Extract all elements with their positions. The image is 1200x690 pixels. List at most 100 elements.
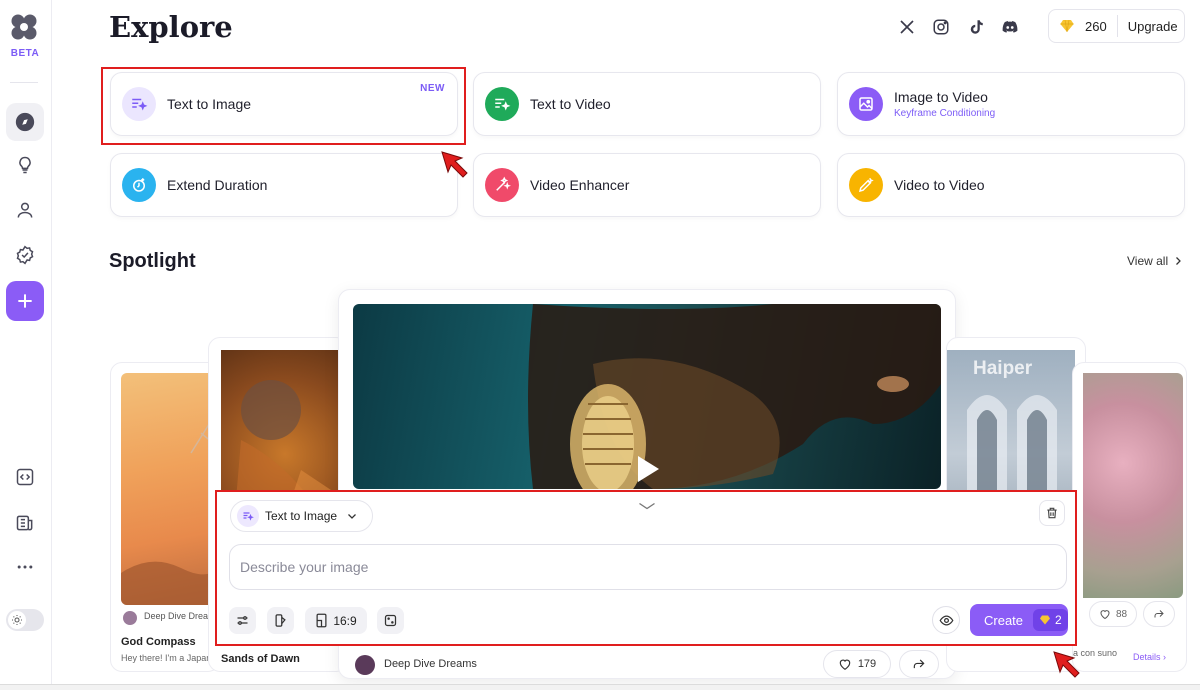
prompt-input[interactable] bbox=[229, 544, 1067, 590]
page-title: Explore bbox=[109, 10, 233, 44]
extend-duration-icon bbox=[122, 168, 156, 202]
text-to-image-icon bbox=[122, 87, 156, 121]
card-thumbnail bbox=[353, 304, 941, 489]
sidebar-item-more[interactable] bbox=[6, 548, 44, 586]
sidebar-item-profile[interactable] bbox=[6, 191, 44, 229]
card-thumbnail bbox=[121, 373, 219, 605]
chevron-right-icon bbox=[1176, 257, 1182, 265]
create-label: Create bbox=[984, 612, 1024, 628]
tool-card-text-to-image[interactable]: Text to Image NEW bbox=[110, 72, 458, 136]
tool-card-text-to-video[interactable]: Text to Video bbox=[473, 72, 821, 136]
tool-card-video-to-video[interactable]: Video to Video bbox=[837, 153, 1185, 217]
aspect-ratio-button[interactable]: 16:9 bbox=[305, 607, 367, 634]
instagram-link[interactable] bbox=[930, 16, 952, 38]
tool-label: Video Enhancer bbox=[530, 177, 630, 193]
create-button[interactable]: Create 2 bbox=[970, 604, 1068, 636]
sidebar-divider bbox=[10, 82, 38, 83]
style-button[interactable] bbox=[267, 607, 294, 634]
tool-label: Text to Video bbox=[530, 96, 611, 112]
discord-icon bbox=[1002, 21, 1018, 33]
avatar bbox=[355, 655, 375, 675]
avatar bbox=[123, 611, 137, 625]
credits-divider bbox=[1116, 15, 1118, 37]
upgrade-button[interactable]: Upgrade bbox=[1128, 19, 1178, 34]
trash-icon bbox=[1047, 507, 1057, 519]
chevron-down-icon bbox=[348, 514, 356, 519]
card-title: Sands of Dawn bbox=[221, 653, 300, 665]
share-icon bbox=[913, 659, 925, 669]
badge-check-icon bbox=[16, 245, 34, 265]
spotlight-card[interactable]: 88 a con suno Details › bbox=[1072, 362, 1187, 672]
instagram-icon bbox=[933, 19, 949, 35]
preview-toggle[interactable] bbox=[932, 606, 960, 634]
sidebar-item-explore[interactable] bbox=[6, 103, 44, 141]
sun-icon bbox=[12, 615, 22, 625]
share-icon bbox=[1154, 610, 1164, 618]
heart-icon bbox=[1100, 610, 1110, 620]
heart-icon bbox=[839, 659, 851, 670]
tiktok-icon bbox=[970, 20, 983, 34]
like-count: 179 bbox=[857, 658, 877, 670]
tool-label: Extend Duration bbox=[167, 177, 268, 193]
text-to-image-icon bbox=[237, 505, 259, 527]
cost-value: 2 bbox=[1055, 613, 1062, 627]
beta-label: BETA bbox=[10, 48, 40, 59]
details-label: Details bbox=[1133, 652, 1161, 662]
like-button[interactable]: 88 bbox=[1089, 601, 1137, 627]
x-link[interactable] bbox=[896, 16, 918, 38]
spotlight-card[interactable]: Deep Dive Dream God Compass Hey there! I… bbox=[110, 362, 220, 672]
details-link[interactable]: Details › bbox=[1133, 652, 1166, 662]
code-icon bbox=[16, 468, 34, 486]
tool-label: Text to Image bbox=[167, 96, 252, 112]
sidebar: BETA bbox=[0, 0, 52, 690]
mode-selector[interactable]: Text to Image bbox=[230, 500, 373, 532]
compass-icon bbox=[15, 112, 35, 132]
tool-card-video-enhancer[interactable]: Video Enhancer bbox=[473, 153, 821, 217]
sliders-icon bbox=[237, 616, 248, 625]
seed-button[interactable] bbox=[377, 607, 404, 634]
diamond-icon bbox=[1040, 615, 1051, 625]
view-all-link[interactable]: View all bbox=[1127, 254, 1184, 268]
tool-card-image-to-video[interactable]: Image to Video Keyframe Conditioning bbox=[837, 72, 1185, 136]
window-bottom-edge bbox=[0, 684, 1200, 690]
tool-label: Video to Video bbox=[894, 177, 985, 193]
video-enhancer-icon bbox=[485, 168, 519, 202]
share-button[interactable] bbox=[1143, 601, 1175, 627]
play-icon[interactable] bbox=[635, 454, 661, 484]
like-button[interactable]: 179 bbox=[823, 650, 891, 678]
sidebar-create-button[interactable] bbox=[6, 281, 44, 321]
like-count: 88 bbox=[1115, 608, 1128, 620]
sidebar-item-api[interactable] bbox=[6, 458, 44, 496]
sidebar-item-ideas[interactable] bbox=[6, 146, 44, 184]
card-author: Deep Dive Dreams bbox=[384, 658, 477, 670]
new-badge: NEW bbox=[420, 83, 445, 94]
credits-count: 260 bbox=[1085, 18, 1107, 34]
card-thumbnail bbox=[1083, 373, 1183, 598]
clear-button[interactable] bbox=[1039, 500, 1065, 526]
pointer-arrow-icon bbox=[441, 151, 468, 178]
lightbulb-icon bbox=[19, 156, 31, 174]
x-icon bbox=[900, 20, 914, 34]
view-all-label: View all bbox=[1127, 254, 1169, 268]
collapse-chevron-icon[interactable] bbox=[637, 500, 657, 512]
tool-label: Image to Video bbox=[894, 89, 988, 105]
haiper-watermark: Haiper bbox=[973, 358, 1033, 379]
tool-sublabel: Keyframe Conditioning bbox=[894, 108, 996, 119]
settings-button[interactable] bbox=[229, 607, 256, 634]
card-author: Deep Dive Dream bbox=[144, 611, 216, 621]
share-button[interactable] bbox=[899, 650, 939, 678]
sidebar-item-blog[interactable] bbox=[6, 504, 44, 542]
theme-toggle[interactable] bbox=[6, 609, 44, 631]
diamond-icon bbox=[1060, 19, 1074, 33]
prompt-panel: Text to Image 16:9 Create 2 bbox=[215, 490, 1077, 646]
tiktok-link[interactable] bbox=[965, 16, 987, 38]
text-to-video-icon bbox=[485, 87, 519, 121]
discord-link[interactable] bbox=[999, 16, 1021, 38]
sidebar-item-badges[interactable] bbox=[6, 236, 44, 274]
tool-card-extend-duration[interactable]: Extend Duration bbox=[110, 153, 458, 217]
app-root: BETA Explore 260 Upgrade Text to Image N… bbox=[0, 0, 1200, 690]
dice-icon bbox=[384, 614, 397, 627]
aspect-ratio-icon bbox=[316, 613, 327, 628]
haiper-logo[interactable] bbox=[9, 12, 39, 42]
video-to-video-icon bbox=[849, 168, 883, 202]
